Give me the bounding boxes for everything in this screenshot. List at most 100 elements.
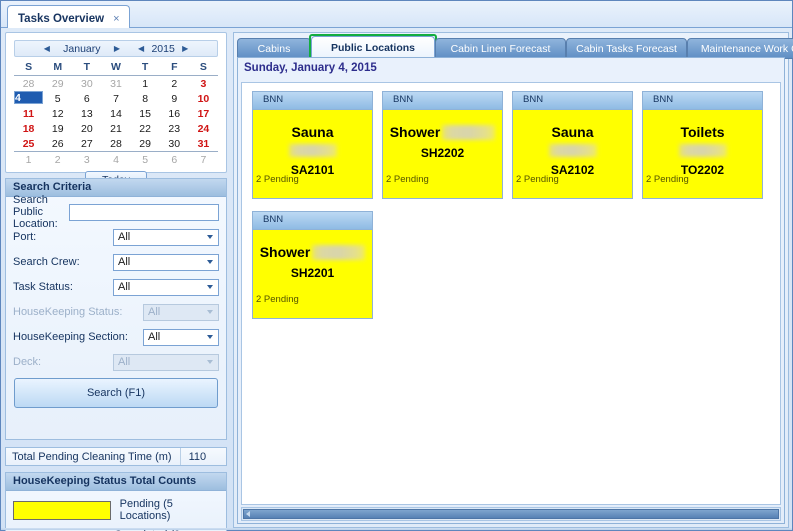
prev-month-icon[interactable]: ◀ — [40, 44, 54, 53]
calendar-navigation: ◀ January ▶ ◀ 2015 ▶ — [14, 40, 218, 57]
prev-year-icon[interactable]: ◀ — [134, 44, 148, 53]
calendar-day[interactable]: 1 — [131, 76, 160, 92]
calendar-day[interactable]: 6 — [72, 91, 101, 106]
calendar-year-label[interactable]: 2015 — [148, 43, 178, 55]
calendar-day[interactable]: 2 — [160, 76, 189, 92]
calendar-day[interactable]: 29 — [131, 136, 160, 152]
calendar-day[interactable]: 30 — [72, 76, 101, 92]
tab-cabin-tasks-forecast[interactable]: Cabin Tasks Forecast — [566, 38, 687, 59]
calendar-day[interactable]: 20 — [72, 121, 101, 136]
tab-maintenance-work-orders[interactable]: Maintenance Work Orders — [687, 38, 793, 59]
document-tab-label: Tasks Overview — [18, 13, 105, 25]
search-field-dropdown[interactable]: All — [113, 253, 219, 271]
calendar-day[interactable]: 7 — [101, 91, 130, 106]
calendar-day[interactable]: 18 — [14, 121, 43, 136]
location-card-port: BNN — [253, 92, 372, 110]
calendar-week-row: 28 29 30 31 1 2 3 — [14, 76, 218, 92]
calendar-day[interactable]: 14 — [101, 106, 130, 121]
redacted-text-block — [288, 144, 337, 157]
calendar-day[interactable]: 21 — [101, 121, 130, 136]
calendar-day[interactable]: 7 — [188, 151, 218, 167]
tab-cabins[interactable]: Cabins — [237, 38, 311, 59]
search-field-row: HouseKeeping Status: All — [13, 302, 219, 322]
calendar-day[interactable]: 15 — [131, 106, 160, 121]
calendar-day[interactable]: 25 — [14, 136, 43, 152]
calendar-day[interactable]: 10 — [189, 91, 218, 106]
calendar-day[interactable]: 3 — [189, 76, 218, 92]
location-card[interactable]: BNN Sauna SA2102 2 Pending — [512, 91, 633, 199]
close-icon[interactable]: × — [113, 13, 119, 25]
calendar-day[interactable]: 8 — [131, 91, 160, 106]
search-field-row: Search Crew: All — [13, 252, 219, 272]
search-field-dropdown[interactable]: All — [113, 228, 219, 246]
calendar-day[interactable]: 29 — [43, 76, 72, 92]
dropdown-selected-value: All — [118, 256, 131, 268]
location-card[interactable]: BNN Sauna SA2101 2 Pending — [252, 91, 373, 199]
status-legend-list: Pending (5 Locations)Completed (0 Locati… — [6, 491, 226, 531]
calendar-weekday-1: M — [43, 60, 73, 76]
calendar-day[interactable]: 12 — [43, 106, 72, 121]
next-year-icon[interactable]: ▶ — [178, 44, 192, 53]
tab-cabin-linen-forecast[interactable]: Cabin Linen Forecast — [435, 38, 566, 59]
calendar-day[interactable]: 28 — [14, 76, 43, 92]
document-tab-strip: Tasks Overview × — [1, 1, 792, 28]
calendar-day[interactable]: 30 — [160, 136, 189, 152]
chevron-down-icon[interactable] — [207, 335, 213, 339]
calendar-day[interactable]: 4 — [101, 151, 131, 167]
calendar-day[interactable]: 31 — [101, 76, 130, 92]
chevron-down-icon[interactable] — [207, 285, 213, 289]
horizontal-scrollbar[interactable] — [241, 507, 781, 521]
calendar-day[interactable]: 22 — [131, 121, 160, 136]
calendar-day[interactable]: 28 — [101, 136, 130, 152]
location-card[interactable]: BNN Toilets TO2202 2 Pending — [642, 91, 763, 199]
location-card-body: Sauna SA2102 2 Pending — [513, 110, 632, 198]
search-field-dropdown[interactable]: All — [143, 328, 219, 346]
horizontal-scrollbar-thumb[interactable] — [243, 509, 779, 519]
location-card-body: Sauna SA2101 2 Pending — [253, 110, 372, 198]
tab-public-locations[interactable]: Public Locations — [311, 36, 435, 59]
location-card-code: SH2201 — [290, 266, 335, 280]
calendar-day[interactable]: 9 — [160, 91, 189, 106]
left-panel: ◀ January ▶ ◀ 2015 ▶ SMTWTFS 28 29 30 31 1 2 3… — [5, 32, 227, 531]
calendar-week-row: 11 12 13 14 15 16 17 — [14, 106, 218, 121]
location-card-title: Shower — [389, 124, 441, 140]
calendar-day[interactable]: 31 — [189, 136, 218, 152]
calendar-day[interactable]: 3 — [72, 151, 102, 167]
calendar-week-row: 4 5 6 7 8 9 10 — [14, 91, 218, 106]
search-field-dropdown[interactable]: All — [113, 278, 219, 296]
status-legend-label: Pending (5 Locations) — [119, 498, 173, 522]
calendar-day[interactable]: 1 — [14, 151, 44, 167]
calendar-week-row: 18 19 20 21 22 23 24 — [14, 121, 218, 136]
date-picker-calendar: ◀ January ▶ ◀ 2015 ▶ SMTWTFS 28 29 30 31 1 2 3… — [5, 32, 227, 189]
calendar-day[interactable]: 2 — [43, 151, 73, 167]
calendar-day[interactable]: 26 — [43, 136, 72, 152]
calendar-day[interactable]: 6 — [159, 151, 189, 167]
calendar-day-selected[interactable]: 4 — [14, 91, 44, 104]
next-month-icon[interactable]: ▶ — [110, 44, 124, 53]
calendar-month-label[interactable]: January — [54, 43, 110, 55]
search-button[interactable]: Search (F1) — [14, 378, 218, 408]
calendar-day[interactable]: 24 — [189, 121, 218, 136]
calendar-day[interactable]: 19 — [43, 121, 72, 136]
redacted-text-block — [678, 144, 727, 157]
dropdown-selected-value: All — [148, 331, 161, 343]
calendar-day[interactable]: 23 — [160, 121, 189, 136]
calendar-day[interactable]: 27 — [72, 136, 101, 152]
scroll-left-icon[interactable] — [246, 511, 250, 517]
chevron-down-icon[interactable] — [207, 260, 213, 264]
chevron-down-icon[interactable] — [207, 235, 213, 239]
calendar-week-row: 25 26 27 28 29 30 31 — [14, 136, 218, 152]
location-card[interactable]: BNN Shower SH2201 2 Pending — [252, 211, 373, 319]
calendar-day[interactable]: 16 — [160, 106, 189, 121]
location-card[interactable]: BNN Shower SH2202 2 Pending — [382, 91, 503, 199]
document-tab-tasks-overview[interactable]: Tasks Overview × — [7, 5, 130, 28]
calendar-day[interactable]: 5 — [43, 91, 72, 106]
calendar-day[interactable]: 5 — [130, 151, 160, 167]
location-card-port: BNN — [383, 92, 502, 110]
chevron-down-icon — [207, 310, 213, 314]
calendar-day[interactable]: 11 — [14, 106, 43, 121]
search-public-location-input[interactable] — [69, 203, 219, 221]
search-field-row: HouseKeeping Section: All — [13, 327, 219, 347]
calendar-day[interactable]: 17 — [189, 106, 218, 121]
calendar-day[interactable]: 13 — [72, 106, 101, 121]
